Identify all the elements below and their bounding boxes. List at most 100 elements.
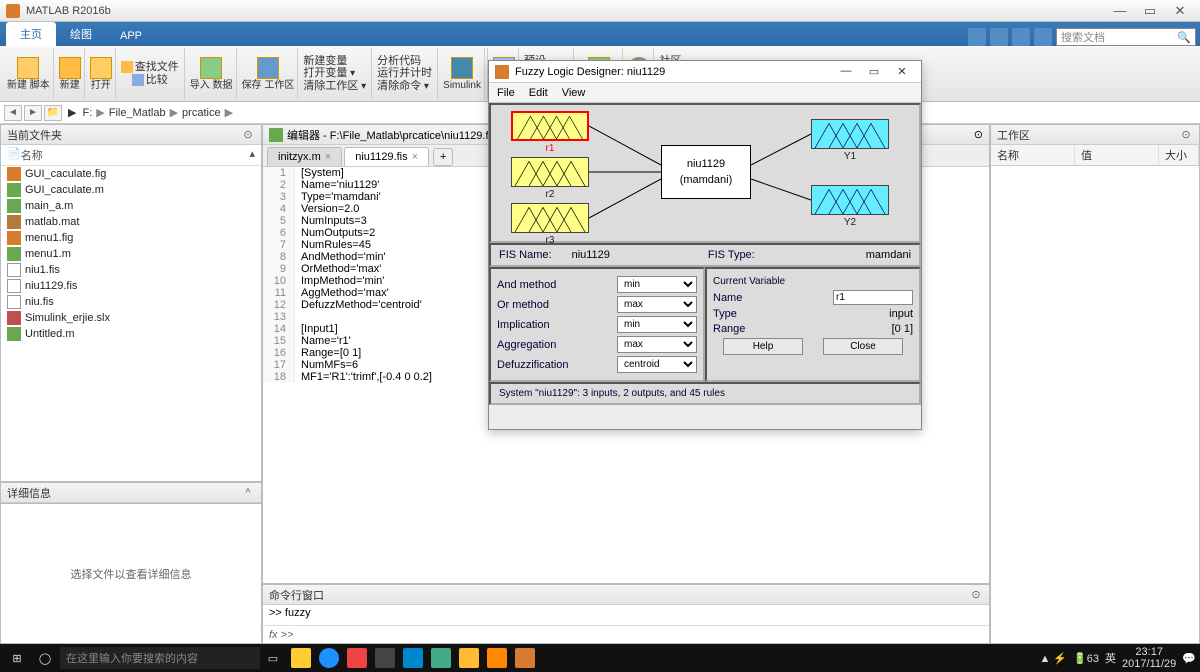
notification-icon[interactable]: 💬: [1182, 652, 1196, 665]
editor-tab[interactable]: niu1129.fis×: [344, 147, 429, 166]
fuzzy-menubar: File Edit View: [489, 83, 921, 103]
close-button[interactable]: ✕: [1166, 2, 1194, 20]
matlab-logo-icon: [495, 65, 509, 79]
matlab-logo-icon: [6, 4, 20, 18]
help-button[interactable]: Help: [723, 338, 803, 355]
menu-file[interactable]: File: [497, 87, 515, 99]
qat-icon[interactable]: [1034, 28, 1052, 46]
new-tab-button[interactable]: +: [433, 148, 453, 166]
file-row[interactable]: GUI_caculate.m: [1, 182, 261, 198]
tray-icons[interactable]: ▲ ⚡: [1039, 652, 1067, 665]
command-window[interactable]: >> fuzzy: [263, 605, 989, 625]
btn-import[interactable]: 导入 数据: [187, 48, 237, 99]
maximize-button[interactable]: ▭: [861, 65, 887, 78]
btn-open[interactable]: 打开: [87, 48, 116, 99]
nav-back-icon[interactable]: ◄: [4, 105, 22, 121]
current-variable-panel: Current Variable Namer1 Typeinput Range[…: [705, 267, 921, 382]
input-block-r3[interactable]: [511, 203, 589, 233]
start-button[interactable]: ⊞: [4, 647, 30, 669]
or-method-select[interactable]: max: [617, 296, 697, 313]
app-titlebar: MATLAB R2016b — ▭ ✕: [0, 0, 1200, 22]
close-button[interactable]: ✕: [889, 65, 915, 78]
app-icon[interactable]: [403, 648, 423, 668]
close-button[interactable]: Close: [823, 338, 903, 355]
fis-info-bar: FIS Name:niu1129 FIS Type:mamdani: [489, 243, 921, 267]
tab-apps[interactable]: APP: [106, 26, 156, 46]
app-icon[interactable]: [487, 648, 507, 668]
qat-icon[interactable]: [968, 28, 986, 46]
output-block-y2[interactable]: [811, 185, 889, 215]
menu-edit[interactable]: Edit: [529, 87, 548, 99]
minimize-button[interactable]: —: [833, 65, 859, 78]
fis-system-block[interactable]: niu1129 (mamdani): [661, 145, 751, 199]
fuzzy-designer-window: Fuzzy Logic Designer: niu1129 — ▭ ✕ File…: [488, 60, 922, 430]
explorer-icon[interactable]: [291, 648, 311, 668]
file-row[interactable]: niu1129.fis: [1, 278, 261, 294]
workspace-header: 工作区⊙: [991, 125, 1199, 145]
output-block-y1[interactable]: [811, 119, 889, 149]
close-icon[interactable]: ×: [325, 151, 331, 163]
input-block-r2[interactable]: [511, 157, 589, 187]
nav-fwd-icon[interactable]: ►: [24, 105, 42, 121]
file-row[interactable]: GUI_caculate.fig: [1, 166, 261, 182]
breadcrumb[interactable]: ▶ F:▶ File_Matlab▶ prcatice▶: [66, 105, 233, 120]
file-row[interactable]: menu1.fig: [1, 230, 261, 246]
fis-methods-panel: And methodmin Or methodmax Implicationmi…: [489, 267, 705, 382]
file-row[interactable]: niu.fis: [1, 294, 261, 310]
file-row[interactable]: matlab.mat: [1, 214, 261, 230]
editor-icon: [269, 128, 283, 142]
var-name-field[interactable]: r1: [833, 290, 913, 305]
defuzz-select[interactable]: centroid: [617, 356, 697, 373]
ribbon-tabs: 主页 绘图 APP 搜索文档🔍: [0, 22, 1200, 46]
minimize-button[interactable]: —: [1106, 2, 1134, 20]
doc-search-input[interactable]: 搜索文档🔍: [1056, 28, 1196, 46]
app-icon[interactable]: [347, 648, 367, 668]
maximize-button[interactable]: ▭: [1136, 2, 1164, 20]
details-header: 详细信息^: [1, 483, 261, 503]
file-list[interactable]: 📄 名称▴ GUI_caculate.figGUI_caculate.mmain…: [1, 145, 261, 481]
current-folder-header: 当前文件夹⊙: [1, 125, 261, 145]
btn-simulink[interactable]: Simulink: [440, 48, 485, 99]
fuzzy-status: System "niu1129": 3 inputs, 2 outputs, a…: [489, 382, 921, 405]
panel-menu-icon[interactable]: ⊙: [241, 128, 255, 141]
file-row[interactable]: main_a.m: [1, 198, 261, 214]
app-icon[interactable]: [431, 648, 451, 668]
btn-new-script[interactable]: 新建 脚本: [4, 48, 54, 99]
edge-icon[interactable]: [319, 648, 339, 668]
file-row[interactable]: Untitled.m: [1, 326, 261, 342]
workspace-columns: 名称 值 大小: [991, 145, 1199, 166]
editor-tab[interactable]: initzyx.m×: [267, 147, 342, 166]
details-placeholder: 选择文件以查看详细信息: [1, 503, 261, 643]
fuzzy-title: Fuzzy Logic Designer: niu1129: [515, 66, 665, 78]
task-view-icon[interactable]: ▭: [260, 647, 286, 669]
ime-icon[interactable]: 英: [1105, 650, 1116, 666]
implication-select[interactable]: min: [617, 316, 697, 333]
tab-plots[interactable]: 绘图: [56, 22, 106, 46]
qat-icon[interactable]: [1012, 28, 1030, 46]
clock-time[interactable]: 23:17: [1122, 646, 1176, 658]
fuzzy-titlebar[interactable]: Fuzzy Logic Designer: niu1129 — ▭ ✕: [489, 61, 921, 83]
file-row[interactable]: niu1.fis: [1, 262, 261, 278]
qat-icon[interactable]: [990, 28, 1008, 46]
input-block-r1[interactable]: [511, 111, 589, 141]
close-icon[interactable]: ×: [412, 151, 418, 163]
file-row[interactable]: menu1.m: [1, 246, 261, 262]
tab-home[interactable]: 主页: [6, 22, 56, 46]
file-row[interactable]: Simulink_erjie.slx: [1, 310, 261, 326]
and-method-select[interactable]: min: [617, 276, 697, 293]
matlab-taskbar-icon[interactable]: [515, 648, 535, 668]
btn-new[interactable]: 新建: [56, 48, 85, 99]
clock-date[interactable]: 2017/11/29: [1122, 658, 1176, 670]
battery-status[interactable]: 🔋63: [1073, 652, 1099, 665]
nav-up-icon[interactable]: 📁: [44, 105, 62, 121]
workspace-body[interactable]: [991, 166, 1199, 643]
fuzzy-diagram[interactable]: r1 r2 r3 niu1129 (mamdani) Y1 Y2: [489, 103, 921, 243]
windows-taskbar[interactable]: ⊞ ◯ 在这里输入你要搜索的内容 ▭ ▲ ⚡ 🔋63 英 23:17 2017/…: [0, 644, 1200, 672]
app-icon[interactable]: [375, 648, 395, 668]
cortana-icon[interactable]: ◯: [32, 647, 58, 669]
app-icon[interactable]: [459, 648, 479, 668]
aggregation-select[interactable]: max: [617, 336, 697, 353]
taskbar-search[interactable]: 在这里输入你要搜索的内容: [60, 647, 260, 669]
btn-save-ws[interactable]: 保存 工作区: [239, 48, 299, 99]
menu-view[interactable]: View: [562, 87, 586, 99]
